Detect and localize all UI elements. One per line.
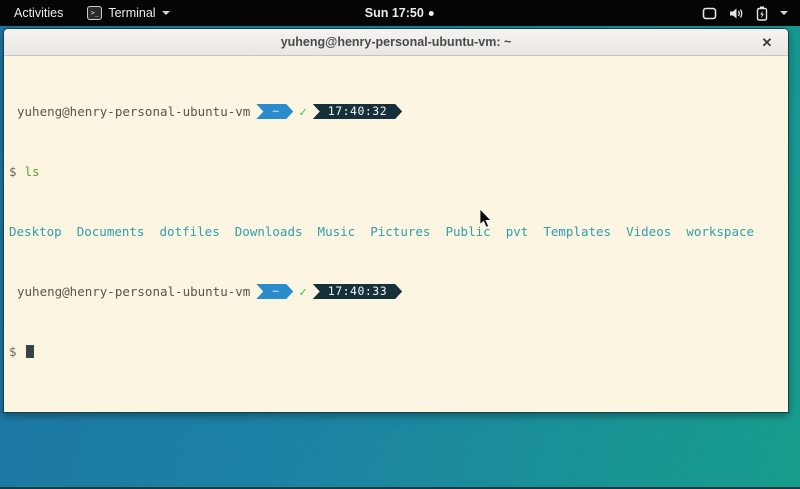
typed-command: ls [25,164,40,179]
window-title: yuheng@henry-personal-ubuntu-vm: ~ [281,35,512,49]
status-check-icon: ✓ [299,284,307,299]
app-menu-label: Terminal [108,6,155,20]
gnome-top-bar: Activities >_ Terminal Sun 17:50 [0,0,800,26]
activities-button[interactable]: Activities [0,0,77,26]
terminal-cursor [26,345,34,358]
display-icon [702,7,717,20]
terminal-window: yuheng@henry-personal-ubuntu-vm: ~ ✕ yuh… [3,28,789,413]
window-titlebar[interactable]: yuheng@henry-personal-ubuntu-vm: ~ ✕ [4,29,788,56]
prompt-line-1: yuheng@henry-personal-ubuntu-vm ~ ✓ 17:4… [9,104,786,119]
prompt-user-host: yuheng@henry-personal-ubuntu-vm [9,284,250,299]
time-segment: 17:40:33 [313,284,402,299]
battery-charging-icon [756,6,768,21]
app-menu-terminal[interactable]: >_ Terminal [77,0,179,26]
volume-icon [729,7,744,20]
cwd-segment: ~ [256,284,293,299]
command-line-1: $ ls [9,164,786,179]
cwd-segment: ~ [256,104,293,119]
chevron-down-icon [162,11,170,15]
system-status-area[interactable] [690,0,800,26]
command-line-2: $ [9,344,786,359]
prompt-symbol: $ [9,344,17,359]
chevron-down-icon [780,11,788,15]
close-icon[interactable]: ✕ [756,29,778,56]
prompt-line-2: yuheng@henry-personal-ubuntu-vm ~ ✓ 17:4… [9,284,786,299]
terminal-screen[interactable]: yuheng@henry-personal-ubuntu-vm ~ ✓ 17:4… [4,56,788,412]
activities-label: Activities [14,6,63,20]
notification-dot [429,11,434,16]
terminal-app-icon: >_ [87,6,102,20]
ls-output-line: Desktop Documents dotfiles Downloads Mus… [9,224,786,239]
prompt-symbol: $ [9,164,17,179]
clock-label: Sun 17:50 [365,6,424,20]
clock-button[interactable]: Sun 17:50 [365,0,434,26]
prompt-user-host: yuheng@henry-personal-ubuntu-vm [9,104,250,119]
status-check-icon: ✓ [299,104,307,119]
time-segment: 17:40:32 [313,104,402,119]
